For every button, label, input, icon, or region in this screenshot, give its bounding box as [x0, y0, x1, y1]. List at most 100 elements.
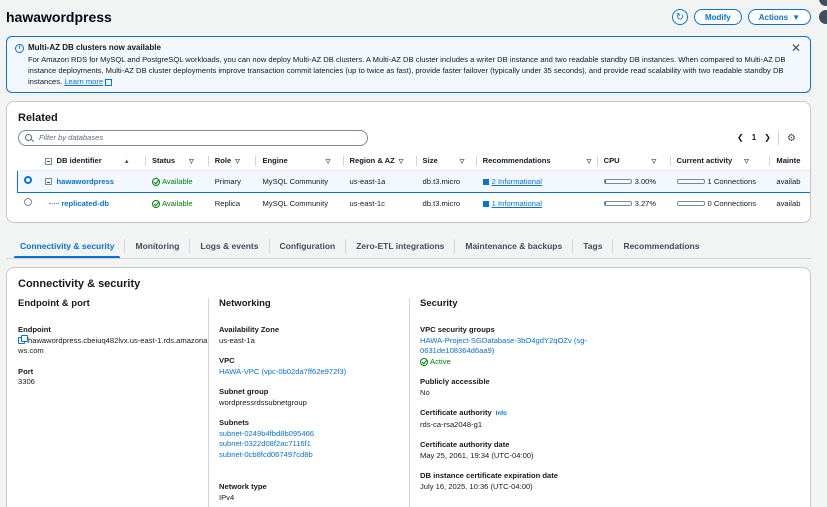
status-ok-icon	[151, 199, 160, 208]
table-row[interactable]: hawawordpress Available Primary MySQL Co…	[17, 169, 810, 193]
ca-date-label: Certificate authority date	[420, 440, 510, 449]
tab-maintenance-backups[interactable]: Maintenance & backups	[455, 237, 572, 255]
port-value: 3306	[18, 377, 35, 386]
vpc-link[interactable]: HAWA-VPC (vpc-0b02da7ff62e972f3)	[219, 367, 409, 378]
status-text: Available	[161, 198, 193, 208]
column-divider	[409, 298, 410, 507]
prev-page-icon[interactable]: ❮	[737, 133, 744, 142]
subnet-link[interactable]: subnet-0249b4fbd8b095466	[219, 429, 409, 440]
security-column: Security VPC security groups HAWA-Projec…	[420, 298, 610, 502]
row-select[interactable]	[18, 192, 40, 214]
copy-icon[interactable]	[18, 335, 28, 344]
actions-button[interactable]: Actions ▼	[747, 9, 811, 25]
cpu-value: 3.00%	[634, 176, 657, 186]
subnet-link[interactable]: subnet-0322d08f2ac7116f1	[219, 439, 409, 450]
sort-icon[interactable]: ▽	[189, 159, 194, 165]
subnet-group-value: wordpressrdssubnetgroup	[219, 397, 307, 407]
collapse-icon[interactable]	[45, 178, 53, 185]
col-header-engine[interactable]: Engine ▽	[256, 152, 344, 171]
engine-cell: MySQL Community	[262, 198, 328, 208]
learn-more-link[interactable]: Learn more	[64, 77, 103, 86]
status-ok-icon	[420, 357, 428, 366]
close-button[interactable]: ✕	[791, 41, 801, 55]
user-avatar[interactable]	[819, 10, 827, 24]
sg-link[interactable]: HAWA-Project-SGDatabase-3bO4gdY2qOZv (sg…	[420, 336, 610, 357]
tab-tags[interactable]: Tags	[573, 237, 612, 255]
col-header-status[interactable]: Status ▽	[145, 152, 209, 171]
modify-button[interactable]: Modify	[693, 9, 742, 25]
help-avatar[interactable]	[819, 0, 827, 6]
tab-recommendations[interactable]: Recommendations	[613, 237, 709, 255]
radio-unselected[interactable]	[23, 198, 32, 207]
page-number[interactable]: 1	[752, 133, 756, 142]
network-type-label: Network type	[219, 482, 267, 491]
flash-title: Multi-AZ DB clusters now available	[28, 43, 161, 52]
sort-icon[interactable]: ▽	[235, 159, 240, 165]
col-header-cpu[interactable]: CPU ▽	[597, 152, 671, 171]
gear-icon[interactable]: ⚙	[787, 133, 796, 144]
endpoint-port-heading: Endpoint & port	[18, 298, 90, 309]
port-label: Port	[18, 366, 34, 376]
sort-icon[interactable]: ▽	[326, 159, 331, 165]
search-icon	[25, 134, 32, 141]
info-icon: i	[15, 44, 24, 53]
col-header-current-activity[interactable]: Current activity ▽	[670, 152, 771, 171]
endpoint-port-column: Endpoint & port Endpoint hawawordpress.c…	[18, 298, 208, 398]
row-select[interactable]	[17, 169, 40, 193]
col-header-recommendations[interactable]: Recommendations ▽	[476, 152, 598, 171]
sort-icon[interactable]: ▽	[460, 159, 465, 165]
ca-info-link[interactable]: Info	[496, 411, 507, 417]
pagination: ❮ 1 ❯	[737, 133, 771, 142]
ca-label: Certificate authority	[420, 408, 492, 417]
az-value: us-east-1a	[219, 335, 255, 345]
tab-connectivity-security[interactable]: Connectivity & security	[10, 237, 124, 259]
sort-icon[interactable]: ▽	[399, 159, 404, 165]
tab-logs-events[interactable]: Logs & events	[190, 237, 268, 255]
radio-selected[interactable]	[24, 176, 32, 184]
cpu-bar	[603, 179, 632, 184]
db-identifier-link[interactable]: hawawordpress	[57, 177, 114, 186]
activity-value: 1 Connections	[707, 176, 757, 186]
collapse-icon[interactable]	[45, 157, 53, 165]
public-value: No	[420, 387, 430, 397]
col-header-maintenance[interactable]: Mainte	[770, 152, 810, 171]
col-header-db-identifier[interactable]: DB identifier ▲	[39, 152, 146, 171]
table-row[interactable]: replicated-db Available Replica MySQL Co…	[18, 192, 811, 214]
tab-configuration[interactable]: Configuration	[270, 237, 346, 255]
section-title: Connectivity & security	[18, 278, 141, 290]
sort-icon[interactable]: ▽	[587, 159, 592, 165]
col-header-role[interactable]: Role ▽	[208, 152, 257, 171]
engine-cell: MySQL Community	[256, 169, 344, 193]
select-col-header	[17, 152, 40, 171]
cpu-bar	[603, 201, 632, 207]
tab-monitoring[interactable]: Monitoring	[125, 237, 189, 255]
sg-status: Active	[430, 356, 451, 366]
sort-icon[interactable]: ▽	[652, 159, 657, 165]
security-heading: Security	[420, 298, 458, 309]
subnet-group-label: Subnet group	[219, 387, 269, 396]
cpu-value: 3.27%	[634, 198, 657, 208]
maintenance-cell: availab	[770, 169, 810, 193]
recommendations-link[interactable]: 2 Informational	[492, 177, 542, 186]
tab-zero-etl[interactable]: Zero-ETL integrations	[346, 237, 454, 255]
col-header-region-az[interactable]: Region & AZ ▽	[343, 152, 417, 171]
caret-down-icon: ▼	[792, 12, 800, 22]
cpu-bar-fill	[604, 180, 606, 183]
next-page-icon[interactable]: ❯	[764, 133, 771, 142]
info-square-icon	[482, 178, 489, 185]
subnets-label: Subnets	[219, 418, 249, 427]
recommendations-link[interactable]: 1 Informational	[492, 199, 542, 208]
refresh-button[interactable]: ↻	[671, 9, 688, 25]
sort-icon[interactable]: ▽	[744, 159, 749, 165]
subnet-link[interactable]: subnet-0cb8fcd067497cd8b	[219, 450, 409, 461]
tree-connector	[49, 203, 60, 205]
search-input[interactable]: Filter by databases	[18, 130, 368, 146]
sort-asc-icon[interactable]: ▲	[124, 159, 130, 165]
endpoint-label: Endpoint	[18, 325, 51, 334]
public-label: Publicly accessible	[420, 377, 490, 386]
db-identifier-link[interactable]: replicated-db	[61, 199, 109, 208]
table-header-row: DB identifier ▲ Status ▽ Role ▽ Engine ▽ Reg…	[17, 152, 810, 171]
info-square-icon	[482, 200, 489, 207]
col-header-size[interactable]: Size ▽	[416, 152, 477, 171]
detail-tabs: Connectivity & security Monitoring Logs …	[10, 237, 709, 259]
